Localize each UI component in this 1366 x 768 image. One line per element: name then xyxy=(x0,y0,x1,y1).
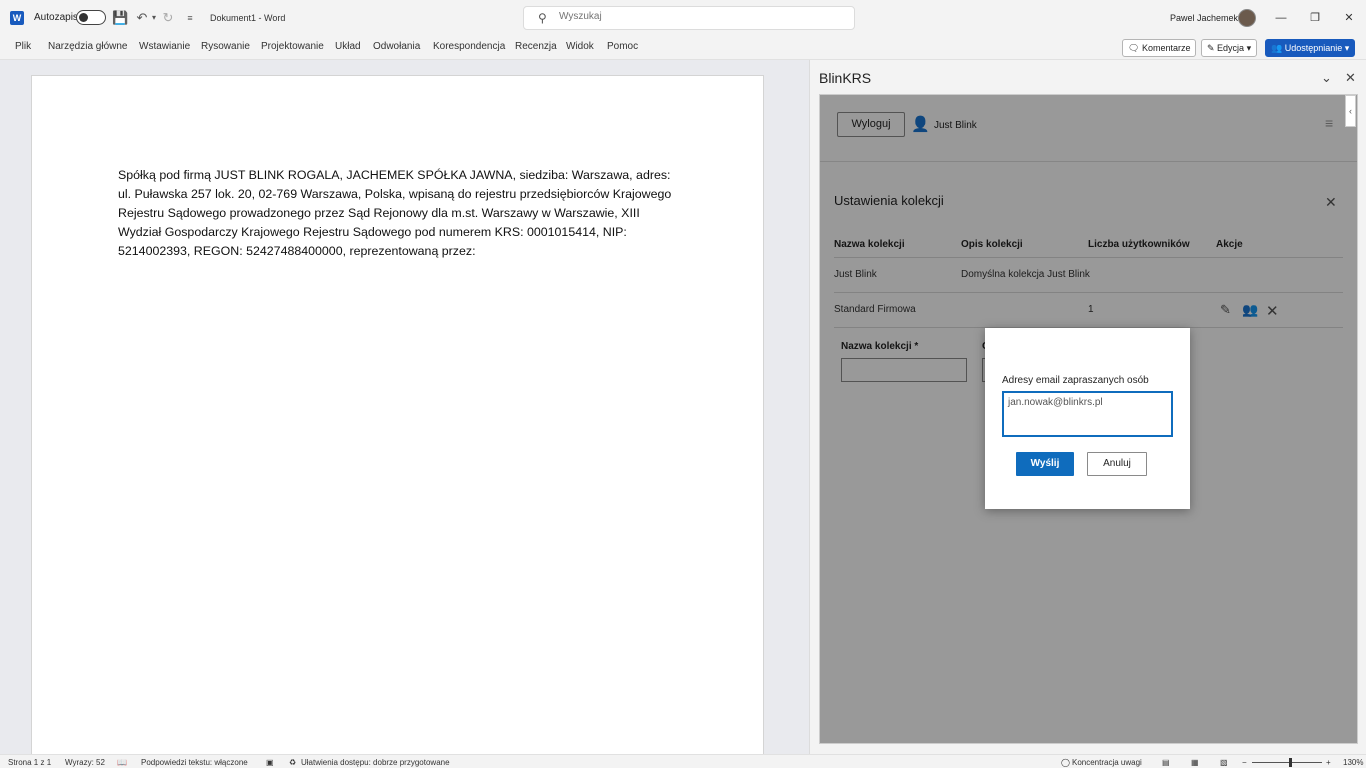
toggle-knob xyxy=(79,13,88,22)
send-button[interactable]: Wyślij xyxy=(1016,452,1074,476)
tab-layout[interactable]: Układ xyxy=(335,41,361,52)
comments-label: Komentarze xyxy=(1141,43,1191,53)
word-logo-icon: W xyxy=(10,11,24,25)
document-title: Dokument1 - Word xyxy=(210,13,286,23)
avatar[interactable] xyxy=(1238,9,1256,27)
zoom-slider[interactable] xyxy=(1252,762,1322,763)
tab-insert[interactable]: Wstawianie xyxy=(139,41,190,52)
document-area: Spółką pod firmą JUST BLINK ROGALA, JACH… xyxy=(0,60,809,765)
save-icon[interactable]: 💾 xyxy=(112,10,128,26)
email-field[interactable]: jan.nowak@blinkrs.pl xyxy=(1002,391,1173,437)
minimize-icon[interactable]: — xyxy=(1272,9,1290,27)
tab-draw[interactable]: Rysowanie xyxy=(201,41,250,52)
web-layout-icon[interactable]: ▧ xyxy=(1220,758,1228,767)
status-bar: Strona 1 z 1 Wyrazy: 52 📖 Podpowiedzi te… xyxy=(0,754,1366,768)
invite-dialog: Adresy email zapraszanych osób jan.nowak… xyxy=(985,328,1190,509)
tab-file[interactable]: Plik xyxy=(15,41,31,52)
share-label: Udostępnianie xyxy=(1284,43,1343,53)
read-mode-icon[interactable]: ▤ xyxy=(1162,758,1170,767)
tab-design[interactable]: Projektowanie xyxy=(261,41,324,52)
focus-mode[interactable]: Koncentracja uwagi xyxy=(1072,758,1142,767)
email-field-label: Adresy email zapraszanych osób xyxy=(1002,375,1149,386)
restore-icon[interactable]: ❐ xyxy=(1306,9,1324,27)
accessibility-status[interactable]: Ułatwienia dostępu: dobrze przygotowane xyxy=(301,758,450,767)
macro-icon[interactable]: ▣ xyxy=(266,758,274,767)
zoom-slider-thumb[interactable] xyxy=(1289,758,1292,767)
page-count[interactable]: Strona 1 z 1 xyxy=(8,758,51,767)
search-box[interactable]: ⚲ xyxy=(523,6,855,30)
user-name[interactable]: Pawel Jachemek xyxy=(1170,13,1238,23)
text-predictions[interactable]: Podpowiedzi tekstu: włączone xyxy=(141,758,248,767)
document-page[interactable]: Spółką pod firmą JUST BLINK ROGALA, JACH… xyxy=(31,75,764,765)
accessibility-icon: ♻ xyxy=(289,758,297,767)
print-layout-icon[interactable]: ▦ xyxy=(1191,758,1199,767)
title-bar: W Autozapis 💾 ↶ ▾ ↻ ≡ Dokument1 - Word ⚲… xyxy=(0,0,1366,36)
customize-toolbar-icon[interactable]: ≡ xyxy=(182,10,198,26)
zoom-level[interactable]: 130% xyxy=(1343,758,1363,767)
zoom-out-icon[interactable]: − xyxy=(1242,758,1247,767)
editing-label: Edycja xyxy=(1217,43,1245,53)
ribbon-tabs: Plik Narzędzia główne Wstawianie Rysowan… xyxy=(0,36,1366,60)
word-count[interactable]: Wyrazy: 52 xyxy=(65,758,105,767)
tab-home[interactable]: Narzędzia główne xyxy=(48,41,128,52)
share-button[interactable]: 👥 Udostępnianie ▾ xyxy=(1265,39,1356,57)
redo-icon[interactable]: ↻ xyxy=(160,10,176,26)
tab-review[interactable]: Recenzja xyxy=(515,41,557,52)
focus-icon: ◯ xyxy=(1061,758,1070,767)
search-input[interactable] xyxy=(559,11,839,22)
comments-button[interactable]: 🗨 Komentarze xyxy=(1122,39,1197,57)
autosave-toggle[interactable] xyxy=(76,10,106,25)
zoom-in-icon[interactable]: + xyxy=(1326,758,1331,767)
cancel-button[interactable]: Anuluj xyxy=(1087,452,1147,476)
close-window-icon[interactable]: ✕ xyxy=(1340,9,1358,27)
tab-mailings[interactable]: Korespondencja xyxy=(433,41,505,52)
tab-references[interactable]: Odwołania xyxy=(373,41,420,52)
pane-close-icon[interactable]: ✕ xyxy=(1345,70,1356,86)
editing-button[interactable]: ✎ Edycja ▾ xyxy=(1201,39,1258,57)
proofing-icon[interactable]: 📖 xyxy=(117,758,127,767)
document-paragraph[interactable]: Spółką pod firmą JUST BLINK ROGALA, JACH… xyxy=(118,166,678,261)
tab-help[interactable]: Pomoc xyxy=(607,41,638,52)
pane-title: BlinKRS xyxy=(819,70,872,86)
autosave-label: Autozapis xyxy=(34,12,78,23)
search-icon: ⚲ xyxy=(538,11,547,25)
tab-view[interactable]: Widok xyxy=(566,41,594,52)
collapse-pane-button[interactable]: ‹ xyxy=(1345,95,1356,127)
pane-options-icon[interactable]: ⌄ xyxy=(1321,70,1332,86)
